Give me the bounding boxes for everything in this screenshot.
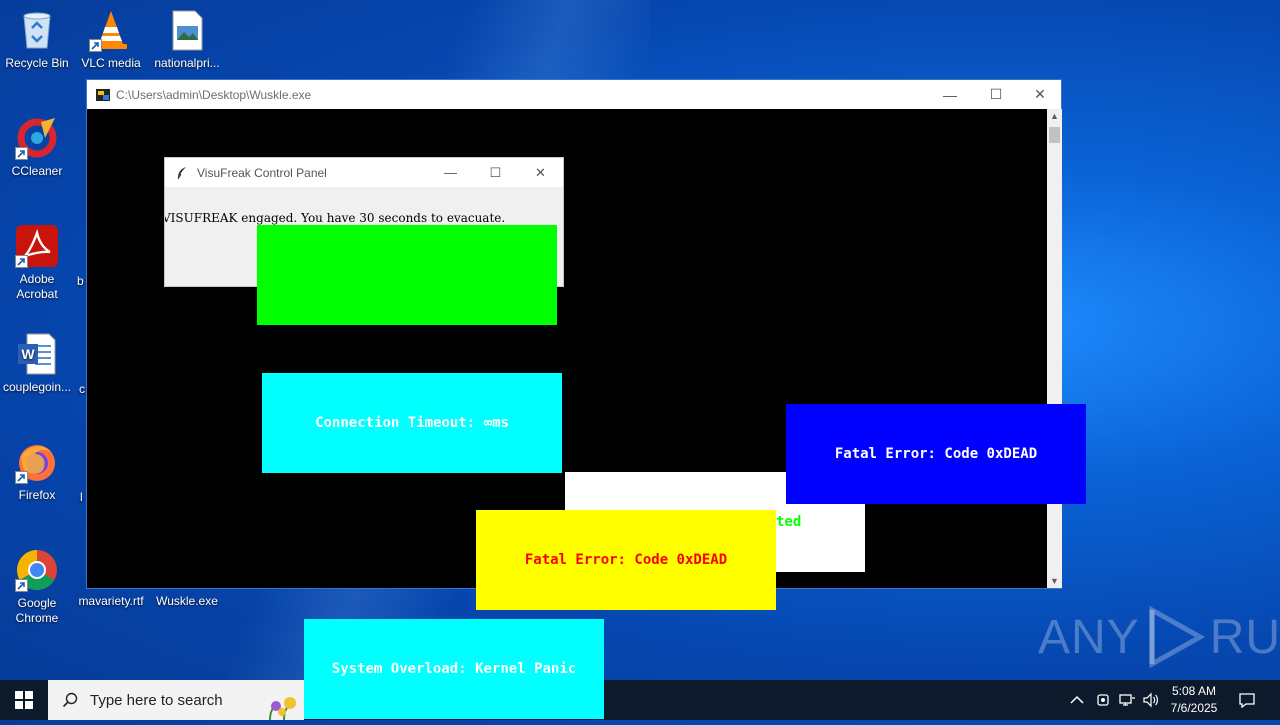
search-icon bbox=[62, 692, 78, 708]
console-minimize-button[interactable]: — bbox=[927, 80, 973, 109]
system-overload-popup[interactable]: System Overload: Kernel Panic bbox=[304, 619, 604, 719]
watermark-text-left: ANY bbox=[1038, 610, 1140, 664]
connection-timeout-popup[interactable]: Connection Timeout: ∞ms bbox=[262, 373, 562, 473]
svg-text:W: W bbox=[21, 346, 35, 362]
popup-text: System Overload: Kernel Panic bbox=[331, 661, 577, 677]
search-highlight-flowers-icon bbox=[260, 692, 300, 721]
control-panel-title: VisuFreak Control Panel bbox=[197, 165, 327, 180]
vlc-cone-icon bbox=[89, 8, 133, 52]
windows-logo-icon bbox=[15, 691, 33, 709]
acrobat-icon bbox=[15, 224, 59, 268]
control-panel-minimize-button[interactable]: — bbox=[428, 158, 473, 187]
desktop-icon-recycle-bin[interactable]: Recycle Bin bbox=[0, 8, 74, 71]
desktop-icon-couplegoin[interactable]: W couplegoin... bbox=[0, 332, 74, 395]
control-panel-maximize-button[interactable]: ☐ bbox=[473, 158, 518, 187]
console-app-icon bbox=[95, 87, 111, 103]
chevron-up-icon bbox=[1070, 695, 1084, 704]
shield-icon bbox=[1097, 694, 1109, 706]
desktop-icon-label: VLC media bbox=[81, 56, 141, 70]
network-button[interactable] bbox=[1118, 680, 1138, 720]
console-title-bar[interactable]: C:\Users\admin\Desktop\Wuskle.exe bbox=[87, 80, 1061, 109]
word-document-icon: W bbox=[15, 332, 59, 376]
taskbar: Type here to search 5:08 AM 7/6/2025 bbox=[0, 680, 1280, 721]
play-triangle-icon bbox=[1149, 606, 1205, 668]
notification-icon bbox=[1239, 693, 1255, 708]
fatal-error-yellow-popup[interactable]: Fatal Error: Code 0xDEAD bbox=[476, 510, 776, 610]
scroll-up-arrow-icon[interactable]: ▲ bbox=[1047, 109, 1062, 123]
partial-icon-label: c bbox=[79, 382, 85, 396]
console-title: C:\Users\admin\Desktop\Wuskle.exe bbox=[116, 87, 312, 102]
desktop-icon-label: Wuskle.exe bbox=[156, 594, 218, 608]
feather-icon bbox=[175, 166, 189, 180]
taskbar-search-box[interactable]: Type here to search bbox=[48, 680, 304, 721]
control-panel-close-button[interactable]: ✕ bbox=[518, 158, 563, 187]
green-popup[interactable] bbox=[257, 225, 557, 325]
control-panel-message: VISUFREAK engaged. You have 30 seconds t… bbox=[164, 211, 506, 225]
tray-app-icon[interactable] bbox=[1095, 680, 1113, 720]
action-center-button[interactable] bbox=[1238, 680, 1258, 720]
watermark-text-right: RUN bbox=[1209, 610, 1280, 664]
shortcut-arrow-icon bbox=[89, 39, 102, 52]
popup-text: Fatal Error: Code 0xDEAD bbox=[524, 552, 728, 568]
anyrun-watermark: ANY RUN bbox=[1038, 606, 1280, 668]
network-icon bbox=[1119, 694, 1135, 706]
desktop-icon-firefox[interactable]: Firefox bbox=[0, 440, 74, 503]
popup-text: Fatal Error: Code 0xDEAD bbox=[834, 446, 1038, 462]
recycle-bin-icon bbox=[15, 8, 59, 52]
desktop-icon-label: Firefox bbox=[18, 488, 56, 502]
desktop-icon-adobe-acrobat[interactable]: Adobe Acrobat bbox=[0, 224, 74, 302]
desktop-icon-label: couplegoin... bbox=[2, 380, 72, 394]
fatal-error-blue-popup[interactable]: Fatal Error: Code 0xDEAD bbox=[786, 404, 1086, 504]
partial-icon-label: b bbox=[77, 274, 84, 288]
start-button[interactable] bbox=[0, 680, 48, 720]
firefox-icon bbox=[15, 440, 59, 484]
taskbar-clock[interactable]: 5:08 AM 7/6/2025 bbox=[1160, 683, 1228, 717]
desktop-icon-label: Google Chrome bbox=[15, 596, 59, 625]
console-close-button[interactable]: ✕ bbox=[1017, 80, 1063, 109]
chrome-icon bbox=[15, 548, 59, 592]
desktop-icon-label: Recycle Bin bbox=[5, 56, 69, 70]
desktop-icon-label: nationalpri... bbox=[154, 56, 220, 70]
shortcut-arrow-icon bbox=[15, 471, 28, 484]
console-maximize-button[interactable]: ☐ bbox=[973, 80, 1019, 109]
popup-text: Connection Timeout: ∞ms bbox=[315, 415, 509, 431]
console-scrollbar[interactable]: ▲ ▼ bbox=[1047, 109, 1062, 588]
image-file-icon bbox=[165, 8, 209, 52]
shortcut-arrow-icon bbox=[15, 147, 28, 160]
scroll-down-arrow-icon[interactable]: ▼ bbox=[1047, 574, 1062, 588]
scrollbar-thumb[interactable] bbox=[1049, 127, 1060, 143]
popup-text: ted bbox=[776, 514, 802, 530]
volume-button[interactable] bbox=[1142, 680, 1160, 720]
desktop-icon-nationalpri[interactable]: nationalpri... bbox=[150, 8, 224, 71]
ccleaner-icon bbox=[15, 116, 59, 160]
speaker-icon bbox=[1143, 692, 1158, 708]
shortcut-arrow-icon bbox=[15, 579, 28, 592]
desktop-icon-label: CCleaner bbox=[11, 164, 63, 178]
search-placeholder: Type here to search bbox=[90, 691, 223, 709]
partial-icon-label: l bbox=[80, 490, 83, 504]
desktop-icon-label: mavariety.rtf bbox=[78, 594, 144, 608]
show-hidden-icons-button[interactable] bbox=[1070, 680, 1090, 720]
desktop-icon-label: Adobe Acrobat bbox=[16, 272, 58, 301]
clock-time: 5:08 AM bbox=[1171, 684, 1217, 698]
shortcut-arrow-icon bbox=[15, 255, 28, 268]
clock-date: 7/6/2025 bbox=[1170, 701, 1218, 715]
desktop-icon-google-chrome[interactable]: Google Chrome bbox=[0, 548, 74, 626]
desktop-icon-ccleaner[interactable]: CCleaner bbox=[0, 116, 74, 179]
desktop-icon-vlc[interactable]: VLC media bbox=[74, 8, 148, 71]
